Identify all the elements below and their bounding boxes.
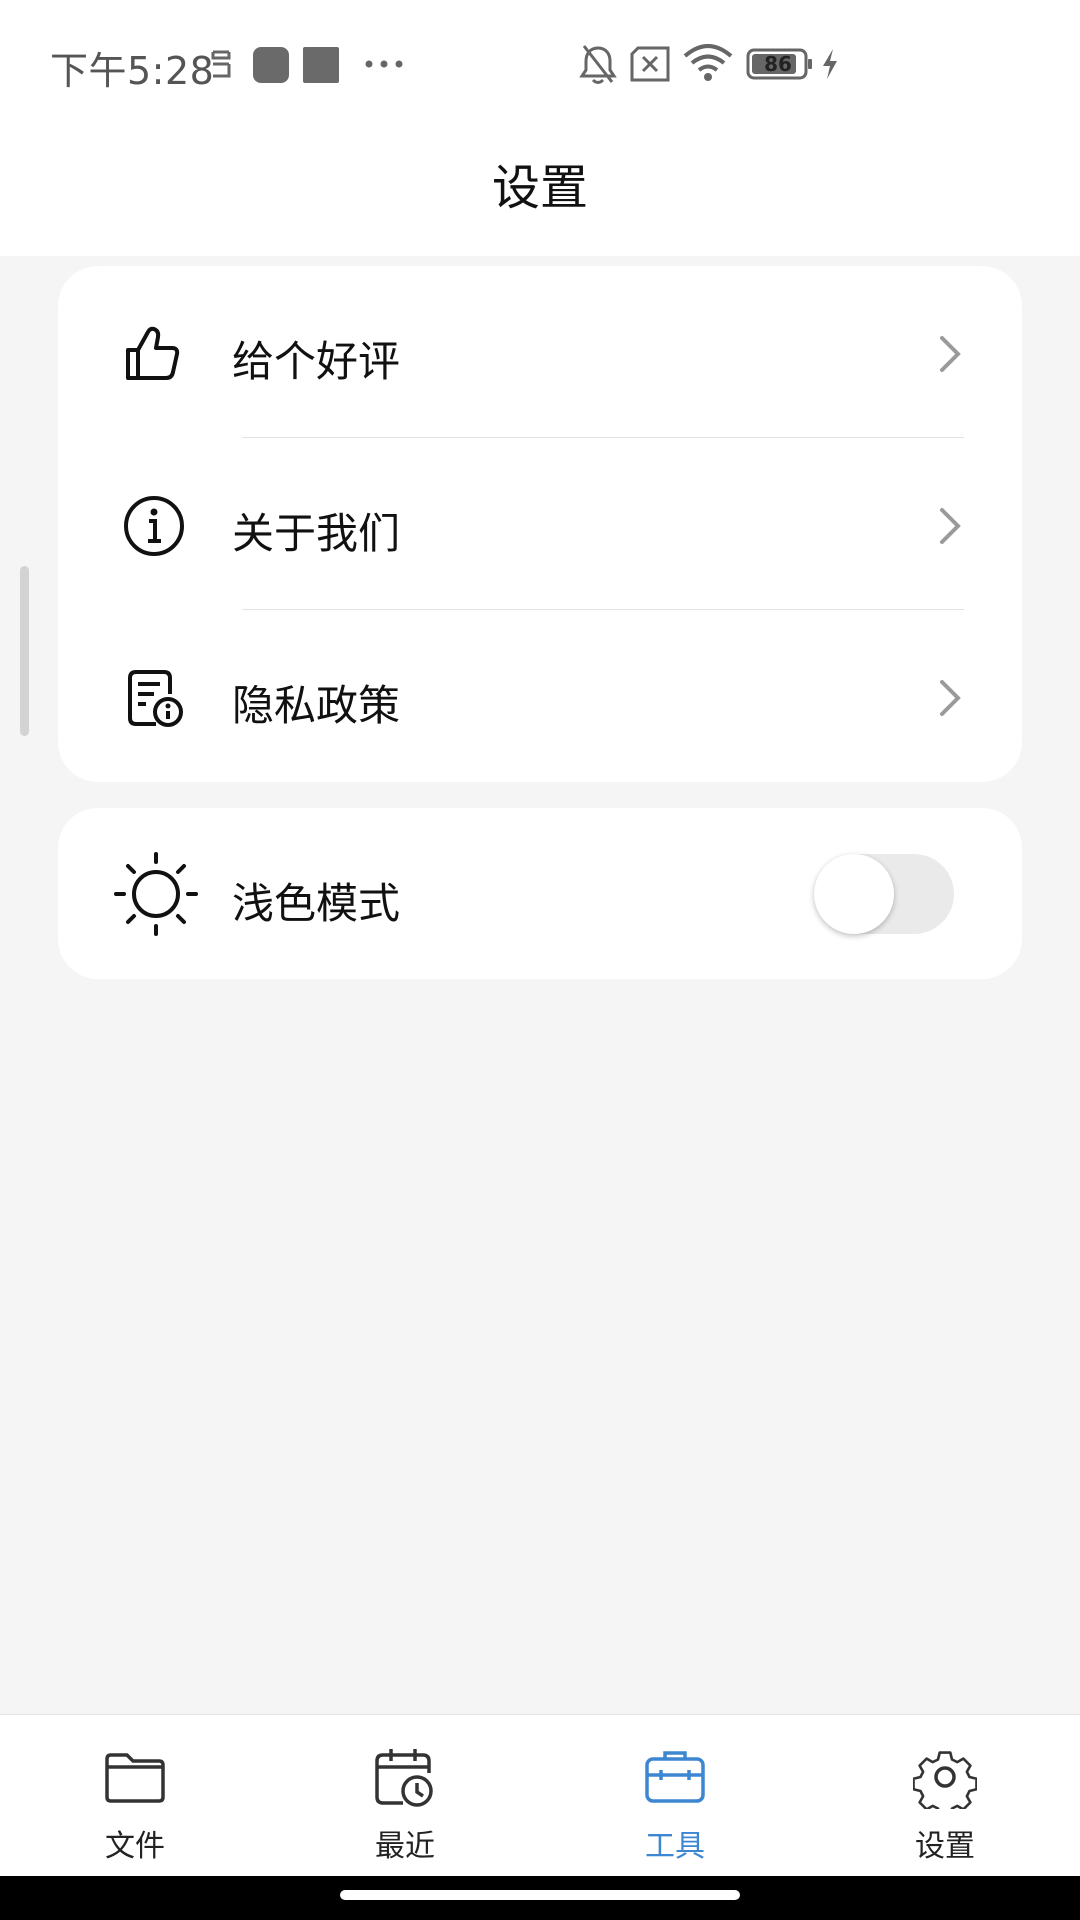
charging-icon [823,49,837,79]
chevron-right-icon [940,336,961,372]
app-square-icon [303,47,339,83]
nav-label-files: 文件 [105,1829,165,1864]
toggle-knob [814,854,894,934]
privacy-document-icon [128,670,183,727]
about-us-row[interactable]: 关于我们 [58,438,1022,610]
toolbox-icon [645,1751,705,1803]
app-header: 设置 [0,128,1080,256]
nav-tab-files[interactable]: 文件 [0,1715,270,1877]
calendar-clock-icon [375,1749,433,1807]
light-mode-label: 浅色模式 [232,879,401,928]
privacy-policy-label: 隐私政策 [232,681,401,730]
privacy-policy-row[interactable]: 隐私政策 [58,610,1022,782]
nav-label-settings: 设置 [915,1829,975,1864]
folder-icon [105,1753,165,1803]
sim-icon [211,50,231,78]
light-mode-row: 浅色模式 [58,808,1022,980]
thumbs-up-icon [126,326,180,380]
rate-us-row[interactable]: 给个好评 [58,266,1022,438]
mute-bell-icon [579,45,617,84]
no-sim-icon [630,46,670,82]
info-icon [124,496,184,556]
settings-screen: 下午5:28 86 设置 给个好评 关于我们 隐私政策 浅色模式 文件 最近 工… [0,0,1080,1920]
more-dots-icon [365,60,403,68]
status-bar: 下午5:28 86 [0,0,1080,128]
app-square-icon [253,47,289,83]
nav-tab-recent[interactable]: 最近 [270,1715,540,1877]
nav-label-tools: 工具 [645,1829,705,1864]
rate-us-label: 给个好评 [232,337,401,386]
nav-tab-tools[interactable]: 工具 [540,1715,810,1877]
nav-tab-settings[interactable]: 设置 [810,1715,1080,1877]
status-time: 下午5:28 [50,49,215,93]
scroll-indicator[interactable] [20,566,29,736]
light-mode-toggle[interactable] [814,854,954,934]
wifi-icon [683,44,733,81]
nav-label-recent: 最近 [375,1829,435,1864]
gesture-bar-area [0,1876,1080,1920]
light-mode-card: 浅色模式 [58,808,1022,979]
page-title: 设置 [491,160,588,216]
bottom-navigation: 文件 最近 工具 设置 [0,1714,1080,1877]
chevron-right-icon [940,680,961,716]
battery-level: 86 [764,52,792,76]
about-us-label: 关于我们 [232,509,401,558]
sun-icon [114,852,198,936]
settings-card: 给个好评 关于我们 隐私政策 [58,266,1022,782]
chevron-right-icon [940,508,961,544]
gear-icon [913,1751,977,1809]
home-indicator[interactable] [340,1890,740,1900]
